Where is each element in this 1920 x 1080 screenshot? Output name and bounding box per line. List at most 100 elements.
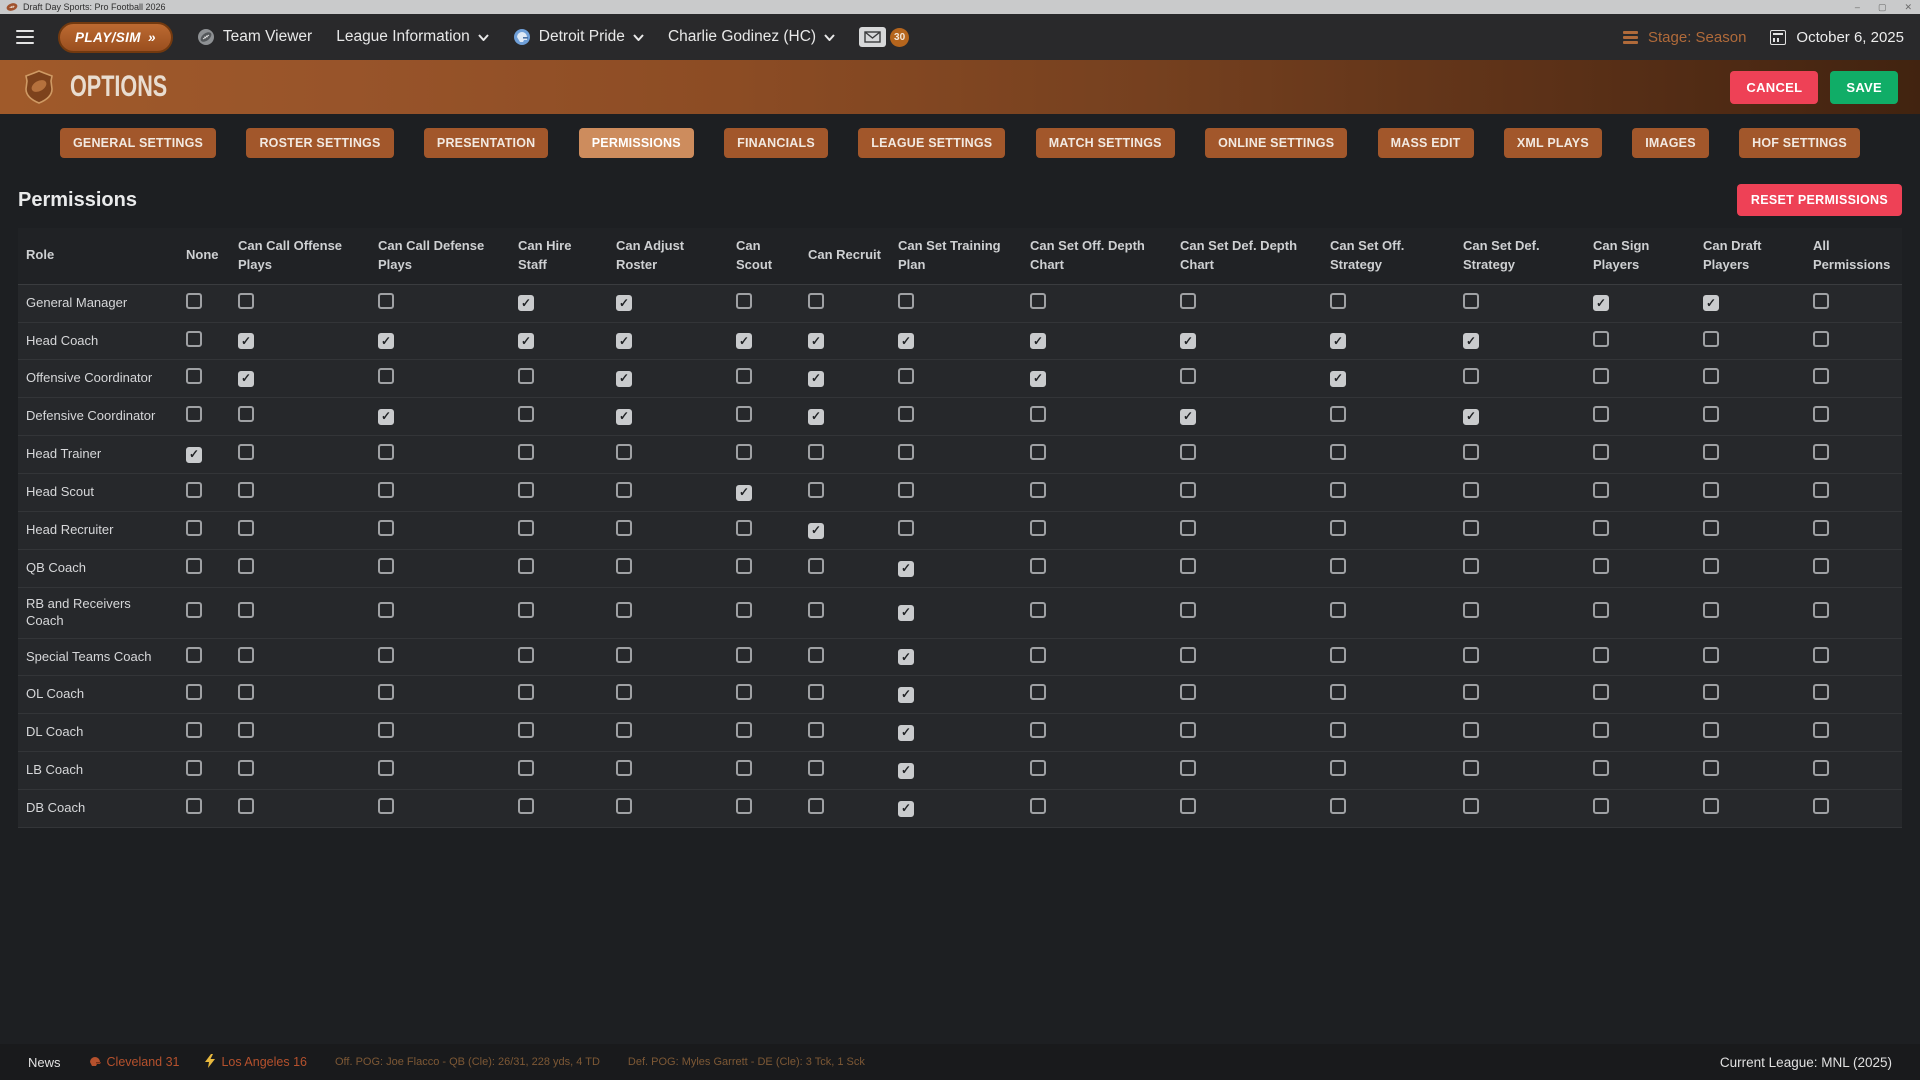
permission-checkbox[interactable] <box>736 444 752 460</box>
permission-checkbox[interactable]: ✓ <box>808 371 824 387</box>
permission-checkbox[interactable] <box>1030 406 1046 422</box>
permission-checkbox[interactable] <box>808 684 824 700</box>
permission-checkbox[interactable]: ✓ <box>898 763 914 779</box>
permission-checkbox[interactable] <box>1703 482 1719 498</box>
score-item[interactable]: Cleveland 31 <box>89 1055 180 1070</box>
permission-checkbox[interactable]: ✓ <box>616 295 632 311</box>
permission-checkbox[interactable] <box>1030 482 1046 498</box>
permission-checkbox[interactable] <box>238 684 254 700</box>
permission-checkbox[interactable] <box>616 798 632 814</box>
permission-checkbox[interactable] <box>186 520 202 536</box>
permission-checkbox[interactable] <box>616 444 632 460</box>
permission-checkbox[interactable] <box>808 293 824 309</box>
permission-checkbox[interactable] <box>808 722 824 738</box>
permission-checkbox[interactable] <box>1463 444 1479 460</box>
permission-checkbox[interactable] <box>898 406 914 422</box>
permission-checkbox[interactable]: ✓ <box>898 649 914 665</box>
permission-checkbox[interactable] <box>1593 558 1609 574</box>
permission-checkbox[interactable] <box>238 482 254 498</box>
permission-checkbox[interactable] <box>1030 798 1046 814</box>
permission-checkbox[interactable] <box>808 482 824 498</box>
permission-checkbox[interactable] <box>1813 331 1829 347</box>
reset-permissions-button[interactable]: RESET PERMISSIONS <box>1737 184 1902 216</box>
permission-checkbox[interactable] <box>186 482 202 498</box>
permission-checkbox[interactable] <box>1330 482 1346 498</box>
tab-mass-edit[interactable]: MASS EDIT <box>1378 128 1474 158</box>
permission-checkbox[interactable]: ✓ <box>1330 333 1346 349</box>
permission-checkbox[interactable] <box>1703 331 1719 347</box>
permission-checkbox[interactable] <box>736 798 752 814</box>
permission-checkbox[interactable] <box>378 482 394 498</box>
permission-checkbox[interactable]: ✓ <box>1330 371 1346 387</box>
permission-checkbox[interactable] <box>186 684 202 700</box>
tab-financials[interactable]: FINANCIALS <box>724 128 828 158</box>
permission-checkbox[interactable]: ✓ <box>1463 409 1479 425</box>
permission-checkbox[interactable]: ✓ <box>1180 333 1196 349</box>
permission-checkbox[interactable] <box>808 798 824 814</box>
permission-checkbox[interactable] <box>616 722 632 738</box>
permission-checkbox[interactable]: ✓ <box>736 333 752 349</box>
permission-checkbox[interactable] <box>736 684 752 700</box>
permission-checkbox[interactable] <box>736 368 752 384</box>
permission-checkbox[interactable]: ✓ <box>1463 333 1479 349</box>
permission-checkbox[interactable]: ✓ <box>378 333 394 349</box>
permission-checkbox[interactable] <box>1030 684 1046 700</box>
permission-checkbox[interactable] <box>1180 558 1196 574</box>
permission-checkbox[interactable] <box>1330 722 1346 738</box>
minimize-button[interactable]: – <box>1855 0 1860 14</box>
permission-checkbox[interactable] <box>378 760 394 776</box>
permission-checkbox[interactable] <box>518 722 534 738</box>
permission-checkbox[interactable] <box>808 444 824 460</box>
permission-checkbox[interactable]: ✓ <box>736 485 752 501</box>
permission-checkbox[interactable] <box>1463 558 1479 574</box>
play-sim-button[interactable]: PLAY/SIM » <box>58 22 173 53</box>
permission-checkbox[interactable] <box>238 602 254 618</box>
permission-checkbox[interactable] <box>378 602 394 618</box>
permission-checkbox[interactable] <box>736 722 752 738</box>
permission-checkbox[interactable] <box>518 647 534 663</box>
permission-checkbox[interactable] <box>1330 520 1346 536</box>
permission-checkbox[interactable] <box>186 331 202 347</box>
permission-checkbox[interactable] <box>1180 760 1196 776</box>
permission-checkbox[interactable] <box>378 444 394 460</box>
nav-league-information[interactable]: League Information <box>336 28 489 46</box>
permission-checkbox[interactable] <box>1463 482 1479 498</box>
score-item[interactable]: Los Angeles 16 <box>205 1054 307 1071</box>
tab-images[interactable]: IMAGES <box>1632 128 1709 158</box>
permission-checkbox[interactable] <box>186 798 202 814</box>
permission-checkbox[interactable] <box>616 602 632 618</box>
permission-checkbox[interactable] <box>1180 482 1196 498</box>
permission-checkbox[interactable]: ✓ <box>518 333 534 349</box>
cancel-button[interactable]: CANCEL <box>1730 71 1818 104</box>
permission-checkbox[interactable] <box>1330 647 1346 663</box>
permission-checkbox[interactable] <box>1703 406 1719 422</box>
permission-checkbox[interactable] <box>1463 647 1479 663</box>
permission-checkbox[interactable] <box>186 558 202 574</box>
permission-checkbox[interactable] <box>1593 368 1609 384</box>
tab-general-settings[interactable]: GENERAL SETTINGS <box>60 128 216 158</box>
permission-checkbox[interactable] <box>378 722 394 738</box>
permission-checkbox[interactable] <box>1463 798 1479 814</box>
maximize-button[interactable]: ▢ <box>1878 0 1887 14</box>
permission-checkbox[interactable] <box>1463 520 1479 536</box>
permission-checkbox[interactable] <box>808 760 824 776</box>
tab-presentation[interactable]: PRESENTATION <box>424 128 548 158</box>
permission-checkbox[interactable] <box>238 558 254 574</box>
permission-checkbox[interactable] <box>616 647 632 663</box>
permission-checkbox[interactable]: ✓ <box>808 333 824 349</box>
permission-checkbox[interactable] <box>1180 368 1196 384</box>
permission-checkbox[interactable] <box>1330 760 1346 776</box>
permission-checkbox[interactable]: ✓ <box>898 687 914 703</box>
permission-checkbox[interactable] <box>616 482 632 498</box>
permission-checkbox[interactable] <box>518 368 534 384</box>
permission-checkbox[interactable] <box>1463 760 1479 776</box>
tab-xml-plays[interactable]: XML PLAYS <box>1504 128 1602 158</box>
permission-checkbox[interactable]: ✓ <box>238 371 254 387</box>
permission-checkbox[interactable] <box>1330 406 1346 422</box>
permission-checkbox[interactable]: ✓ <box>616 371 632 387</box>
permission-checkbox[interactable] <box>518 684 534 700</box>
permission-checkbox[interactable]: ✓ <box>1030 333 1046 349</box>
permission-checkbox[interactable] <box>1813 444 1829 460</box>
nav-team-viewer[interactable]: Team Viewer <box>197 28 312 46</box>
permission-checkbox[interactable] <box>616 558 632 574</box>
